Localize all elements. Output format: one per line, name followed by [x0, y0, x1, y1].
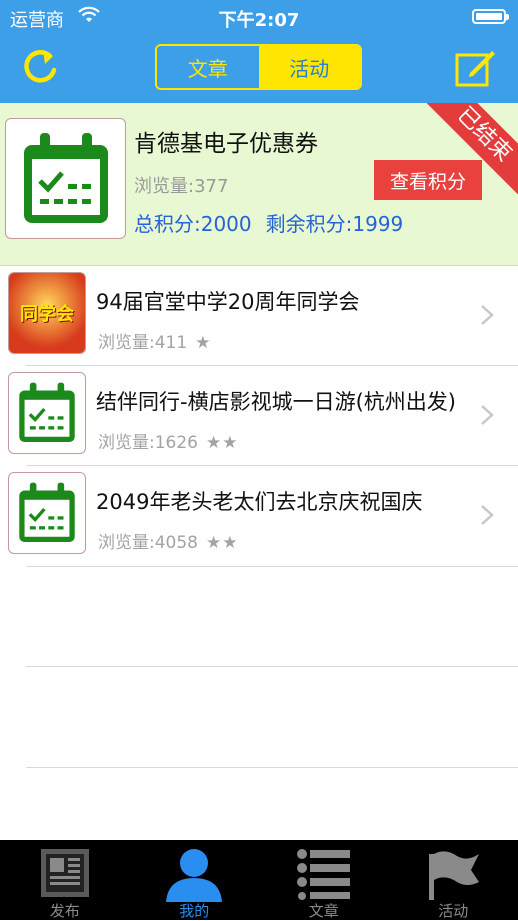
divider: [26, 666, 518, 667]
item-views: 浏览量:1626★★: [98, 428, 238, 453]
divider: [26, 767, 518, 768]
item-title: 结伴同行-横店影视城一日游(杭州出发): [96, 386, 476, 416]
tab-activities-bottom[interactable]: 活动: [389, 840, 518, 920]
status-time: 下午2:07: [0, 6, 518, 32]
item-title: 94届官堂中学20周年同学会: [96, 286, 476, 316]
compose-icon[interactable]: [454, 46, 496, 88]
tab-publish[interactable]: 发布: [0, 840, 130, 920]
calendar-icon: [8, 472, 86, 554]
divider: [26, 566, 518, 567]
segmented-control: 文章 活动: [155, 44, 362, 90]
featured-activity[interactable]: 肯德基电子优惠券 浏览量:377 总积分:2000剩余积分:1999 查看积分 …: [0, 103, 518, 265]
view-score-button[interactable]: 查看积分: [374, 160, 482, 200]
item-views: 浏览量:411★: [98, 328, 211, 353]
featured-title: 肯德基电子优惠券: [134, 124, 318, 158]
tab-label: 我的: [130, 900, 260, 921]
total-score: 总积分:2000: [134, 212, 252, 236]
list-item[interactable]: 同学会 94届官堂中学20周年同学会 浏览量:411★: [0, 266, 518, 366]
user-icon: [164, 846, 224, 902]
event-poster-thumbnail: 同学会: [8, 272, 86, 354]
chevron-right-icon: [480, 504, 494, 526]
tab-bar: 发布 我的 文章 活动: [0, 840, 518, 920]
calendar-icon: [5, 118, 126, 239]
calendar-icon: [8, 372, 86, 454]
top-bar: 运营商 下午2:07 文章 活动: [0, 0, 518, 103]
item-title: 2049年老头老太们去北京庆祝国庆: [96, 486, 476, 516]
tab-label: 发布: [0, 900, 130, 921]
list-icon: [294, 846, 354, 900]
item-views: 浏览量:4058★★: [98, 528, 238, 553]
flag-icon: [423, 846, 483, 902]
chevron-right-icon: [480, 304, 494, 326]
tab-mine[interactable]: 我的: [130, 840, 260, 920]
refresh-icon[interactable]: [20, 46, 62, 88]
featured-views: 浏览量:377: [134, 172, 228, 198]
poster-text: 同学会: [20, 300, 74, 326]
chevron-right-icon: [480, 404, 494, 426]
tab-label: 文章: [259, 900, 389, 921]
status-bar: 运营商 下午2:07: [0, 0, 518, 34]
list-item[interactable]: 2049年老头老太们去北京庆祝国庆 浏览量:4058★★: [0, 466, 518, 566]
tab-activities[interactable]: 活动: [259, 46, 361, 88]
battery-icon: [472, 9, 506, 24]
tab-label: 活动: [389, 900, 518, 921]
list-item[interactable]: 结伴同行-横店影视城一日游(杭州出发) 浏览量:1626★★: [0, 366, 518, 466]
featured-scores: 总积分:2000 剩余积分:1999: [134, 208, 403, 237]
newspaper-icon: [38, 846, 92, 900]
tab-articles[interactable]: 文章: [157, 46, 259, 88]
rating-stars: ★★: [206, 533, 238, 553]
rating-stars: ★★: [206, 433, 238, 453]
rating-stars: ★: [195, 333, 211, 353]
tab-articles-bottom[interactable]: 文章: [259, 840, 389, 920]
remaining-score: 剩余积分:1999: [266, 212, 404, 236]
